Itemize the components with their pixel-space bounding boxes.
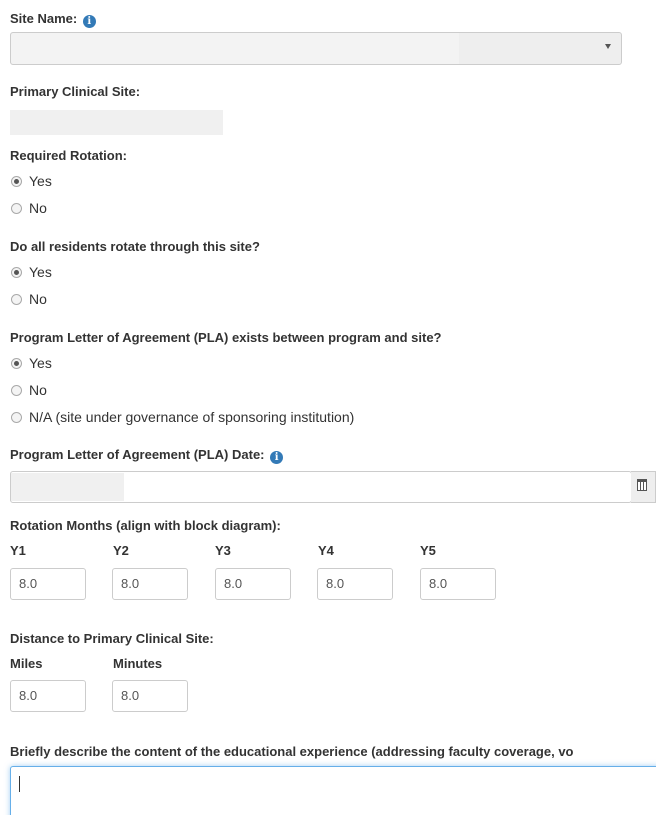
site-name-selected-value <box>11 33 459 64</box>
description-textarea[interactable] <box>10 766 656 815</box>
rotation-y1-label: Y1 <box>10 543 26 558</box>
pla-date-label: Program Letter of Agreement (PLA) Date: … <box>10 447 284 464</box>
required-rotation-no-option[interactable]: No <box>11 199 47 217</box>
rotation-y2-label: Y2 <box>113 543 129 558</box>
all-residents-no-option[interactable]: No <box>11 290 47 308</box>
rotation-months-label: Rotation Months (align with block diagra… <box>10 518 281 533</box>
rotation-y1-input[interactable]: 8.0 <box>10 568 86 600</box>
radio-button-checked[interactable] <box>11 267 22 278</box>
all-residents-label: Do all residents rotate through this sit… <box>10 239 260 254</box>
required-rotation-yes-option[interactable]: Yes <box>11 172 52 190</box>
radio-button[interactable] <box>11 412 22 423</box>
rotation-y4-label: Y4 <box>318 543 334 558</box>
radio-button[interactable] <box>11 203 22 214</box>
rotation-y2-input[interactable]: 8.0 <box>112 568 188 600</box>
miles-input[interactable]: 8.0 <box>10 680 86 712</box>
info-circle-icon[interactable]: i <box>270 451 284 464</box>
info-circle-icon[interactable]: i <box>82 15 96 28</box>
radio-button[interactable] <box>11 385 22 396</box>
text-cursor <box>19 776 20 792</box>
radio-button-checked[interactable] <box>11 358 22 369</box>
radio-button-checked[interactable] <box>11 176 22 187</box>
pla-exists-yes-option[interactable]: Yes <box>11 354 52 372</box>
caret-down-icon <box>605 44 611 49</box>
site-form: Site Name: i Primary Clinical Site: Requ… <box>0 0 656 815</box>
all-residents-yes-option[interactable]: Yes <box>11 263 52 281</box>
site-name-select[interactable] <box>10 32 622 65</box>
rotation-y3-label: Y3 <box>215 543 231 558</box>
distance-label: Distance to Primary Clinical Site: <box>10 631 214 646</box>
pla-exists-na-option[interactable]: N/A (site under governance of sponsoring… <box>11 408 354 426</box>
miles-label: Miles <box>10 656 43 671</box>
rotation-y4-input[interactable]: 8.0 <box>317 568 393 600</box>
required-rotation-label: Required Rotation: <box>10 148 127 163</box>
radio-button[interactable] <box>11 294 22 305</box>
rotation-y5-input[interactable]: 8.0 <box>420 568 496 600</box>
minutes-input[interactable]: 8.0 <box>112 680 188 712</box>
description-label: Briefly describe the content of the educ… <box>10 744 574 759</box>
calendar-icon <box>637 479 647 491</box>
rotation-y3-input[interactable]: 8.0 <box>215 568 291 600</box>
site-name-label: Site Name: i <box>10 11 96 28</box>
rotation-y5-label: Y5 <box>420 543 436 558</box>
minutes-label: Minutes <box>113 656 163 671</box>
pla-exists-no-option[interactable]: No <box>11 381 47 399</box>
calendar-button[interactable] <box>631 471 656 503</box>
primary-clinical-site-value <box>10 110 223 135</box>
pla-date-value <box>11 473 124 501</box>
pla-date-input[interactable] <box>10 471 632 503</box>
pla-exists-label: Program Letter of Agreement (PLA) exists… <box>10 330 442 345</box>
primary-clinical-site-label: Primary Clinical Site: <box>10 84 141 99</box>
